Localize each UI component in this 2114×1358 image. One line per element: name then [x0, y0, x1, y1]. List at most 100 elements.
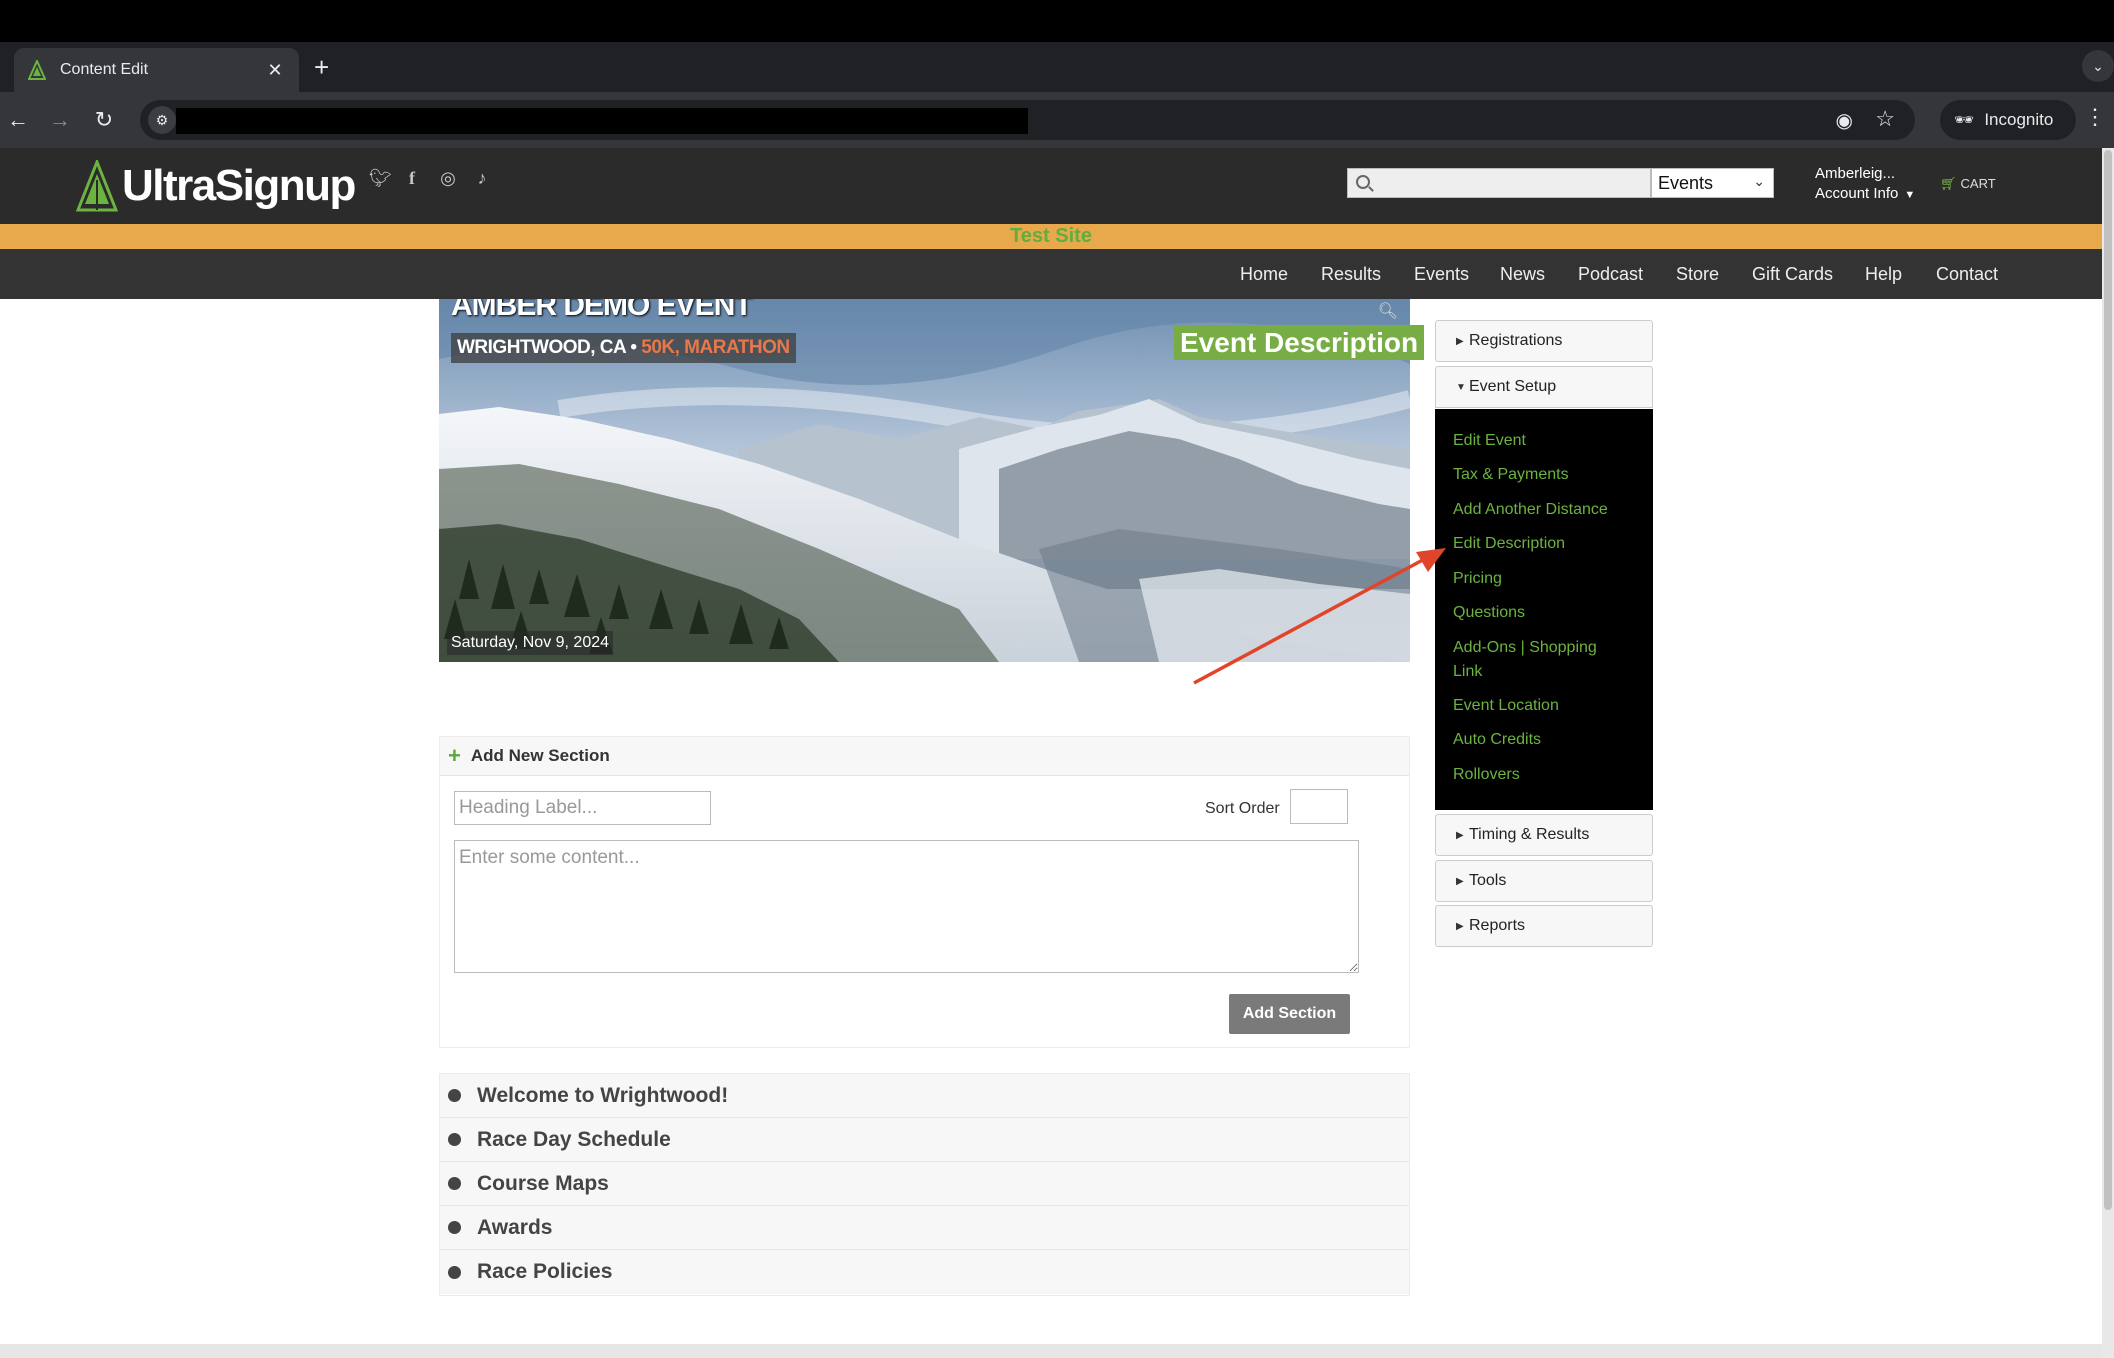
caret-right-icon: ▶	[1456, 335, 1464, 347]
section-title: Race Policies	[477, 1260, 613, 1283]
section-title: Welcome to Wrightwood!	[477, 1083, 729, 1107]
sidebar-link-edit-event[interactable]: Edit Event	[1453, 429, 1643, 453]
sidebar-link-auto-credits[interactable]: Auto Credits	[1453, 728, 1643, 752]
section-content-textarea[interactable]	[454, 840, 1359, 973]
location-separator: •	[630, 337, 637, 358]
browser-menu-icon[interactable]: ⋮	[2084, 104, 2106, 130]
main-nav: Home Results Events News Podcast Store G…	[0, 249, 2102, 299]
section-title: Awards	[477, 1215, 553, 1239]
nav-events[interactable]: Events	[1414, 264, 1469, 285]
sidebar-link-tax-payments[interactable]: Tax & Payments	[1453, 463, 1643, 487]
sidebar-link-rollovers[interactable]: Rollovers	[1453, 763, 1643, 787]
nav-store[interactable]: Store	[1676, 264, 1719, 285]
sidebar-link-add-ons[interactable]: Add-Ons | Shopping Link	[1453, 636, 1613, 684]
tiktok-icon[interactable]: ♪	[471, 168, 493, 189]
browser-toolbar: ← → ↻ ⚙ ◉ ☆ 🕶 Incognito ⋮	[0, 92, 2114, 148]
tab-search-chevron-icon[interactable]: ⌄	[2082, 50, 2114, 82]
account-name: Amberleig...	[1815, 165, 1896, 182]
section-row[interactable]: Awards	[440, 1206, 1409, 1250]
tree-logo-icon	[76, 160, 118, 212]
sidebar-link-edit-description[interactable]: Edit Description	[1453, 532, 1643, 556]
sidebar-registrations[interactable]: ▶ Registrations	[1435, 320, 1653, 362]
sidebar-reports[interactable]: ▶ Reports	[1435, 905, 1653, 947]
sidebar-link-questions[interactable]: Questions	[1453, 601, 1643, 625]
sort-order-input[interactable]	[1290, 789, 1348, 824]
sidebar-link-event-location[interactable]: Event Location	[1453, 694, 1643, 718]
nav-gift-cards[interactable]: Gift Cards	[1752, 264, 1833, 285]
event-date: Saturday, Nov 9, 2024	[447, 631, 614, 655]
account-info-label: Account Info	[1815, 185, 1899, 202]
account-menu[interactable]: Amberleig... Account Info ▼	[1815, 164, 1915, 205]
nav-help[interactable]: Help	[1865, 264, 1902, 285]
page-footer-edge	[0, 1344, 2102, 1358]
search-scope-select[interactable]: Events ⌄	[1651, 168, 1774, 198]
incognito-label: Incognito	[1984, 110, 2054, 129]
add-section-header[interactable]: + Add New Section	[440, 737, 1409, 776]
bullet-icon	[448, 1221, 461, 1234]
event-location: WRIGHTWOOD, CA	[457, 337, 626, 358]
nav-podcast[interactable]: Podcast	[1578, 264, 1643, 285]
cart-icon: 🛒︎	[1940, 176, 1957, 191]
sidebar-tools[interactable]: ▶ Tools	[1435, 860, 1653, 902]
window-top-bar	[0, 0, 2114, 42]
bullet-icon	[448, 1265, 461, 1279]
instagram-icon[interactable]: ◎	[437, 168, 459, 189]
test-site-label: Test Site	[1010, 225, 1092, 247]
plus-icon: +	[448, 743, 461, 768]
page-title: Event Description	[1174, 325, 1425, 360]
caret-down-icon: ▼	[1904, 189, 1916, 201]
nav-contact[interactable]: Contact	[1936, 264, 1998, 285]
nav-results[interactable]: Results	[1321, 264, 1381, 285]
forward-arrow-icon[interactable]: →	[44, 104, 76, 136]
facebook-icon[interactable]: f	[401, 168, 423, 189]
event-title: AMBER DEMO EVENT	[451, 299, 753, 322]
search-scope-value: Events	[1658, 172, 1714, 193]
sidebar-event-setup[interactable]: ▼ Event Setup	[1435, 366, 1653, 408]
browser-tab[interactable]: Content Edit ✕	[14, 48, 299, 92]
site-info-icon[interactable]: ⚙	[148, 106, 176, 134]
section-title: Course Maps	[477, 1171, 609, 1195]
add-section-title: Add New Section	[470, 746, 610, 765]
sidebar-timing-results[interactable]: ▶ Timing & Results	[1435, 814, 1653, 856]
cart-link[interactable]: 🛒︎ CART	[1940, 176, 1996, 192]
back-arrow-icon[interactable]: ←	[2, 104, 34, 136]
reload-icon[interactable]: ↻	[88, 104, 120, 136]
caret-right-icon: ▶	[1456, 920, 1464, 932]
nav-home[interactable]: Home	[1240, 264, 1288, 285]
zoom-search-icon[interactable]: 🔍︎	[1378, 301, 1398, 321]
caret-right-icon: ▶	[1456, 875, 1464, 887]
sidebar-registrations-label: Registrations	[1469, 332, 1563, 349]
event-location-badge: WRIGHTWOOD, CA • 50K, MARATHON	[451, 333, 796, 363]
bullet-icon	[448, 1177, 461, 1190]
add-section-panel: + Add New Section Sort Order Add Section	[439, 736, 1410, 1048]
address-bar[interactable]: ⚙ ◉ ☆	[140, 100, 1915, 140]
incognito-badge[interactable]: 🕶 Incognito	[1940, 100, 2076, 140]
sort-order-label: Sort Order	[1205, 800, 1280, 817]
bookmark-star-icon[interactable]: ☆	[1875, 106, 1895, 132]
event-setup-menu: Edit Event Tax & Payments Add Another Di…	[1435, 409, 1653, 810]
add-section-button[interactable]: Add Section	[1229, 994, 1350, 1034]
twitter-icon[interactable]: 🐦︎	[369, 168, 392, 189]
section-row[interactable]: Course Maps	[440, 1162, 1409, 1206]
sections-list: Welcome to Wrightwood! Race Day Schedule…	[439, 1073, 1410, 1296]
incognito-icon: 🕶	[1954, 112, 1975, 129]
sidebar-link-add-distance[interactable]: Add Another Distance	[1453, 498, 1643, 522]
sidebar-link-pricing[interactable]: Pricing	[1453, 567, 1643, 591]
close-tab-icon[interactable]: ✕	[265, 60, 285, 81]
sidebar-tools-label: Tools	[1469, 872, 1507, 889]
url-redacted	[176, 108, 1028, 134]
section-row[interactable]: Race Policies	[440, 1250, 1409, 1294]
new-tab-icon[interactable]: +	[314, 52, 329, 82]
section-row[interactable]: Welcome to Wrightwood!	[440, 1074, 1409, 1118]
heading-label-input[interactable]	[454, 791, 711, 825]
scrollbar-thumb[interactable]	[2104, 150, 2112, 1210]
section-row[interactable]: Race Day Schedule	[440, 1118, 1409, 1162]
annotation-arrow	[1193, 548, 1446, 685]
logo-wordmark: UltraSignup	[122, 161, 356, 210]
site-search-input[interactable]	[1347, 168, 1651, 198]
site-logo[interactable]: UltraSignup	[76, 158, 356, 214]
nav-news[interactable]: News	[1500, 264, 1545, 285]
bullet-icon	[448, 1089, 461, 1102]
tracking-protection-eye-icon[interactable]: ◉	[1836, 108, 1853, 133]
section-title: Race Day Schedule	[477, 1127, 671, 1151]
